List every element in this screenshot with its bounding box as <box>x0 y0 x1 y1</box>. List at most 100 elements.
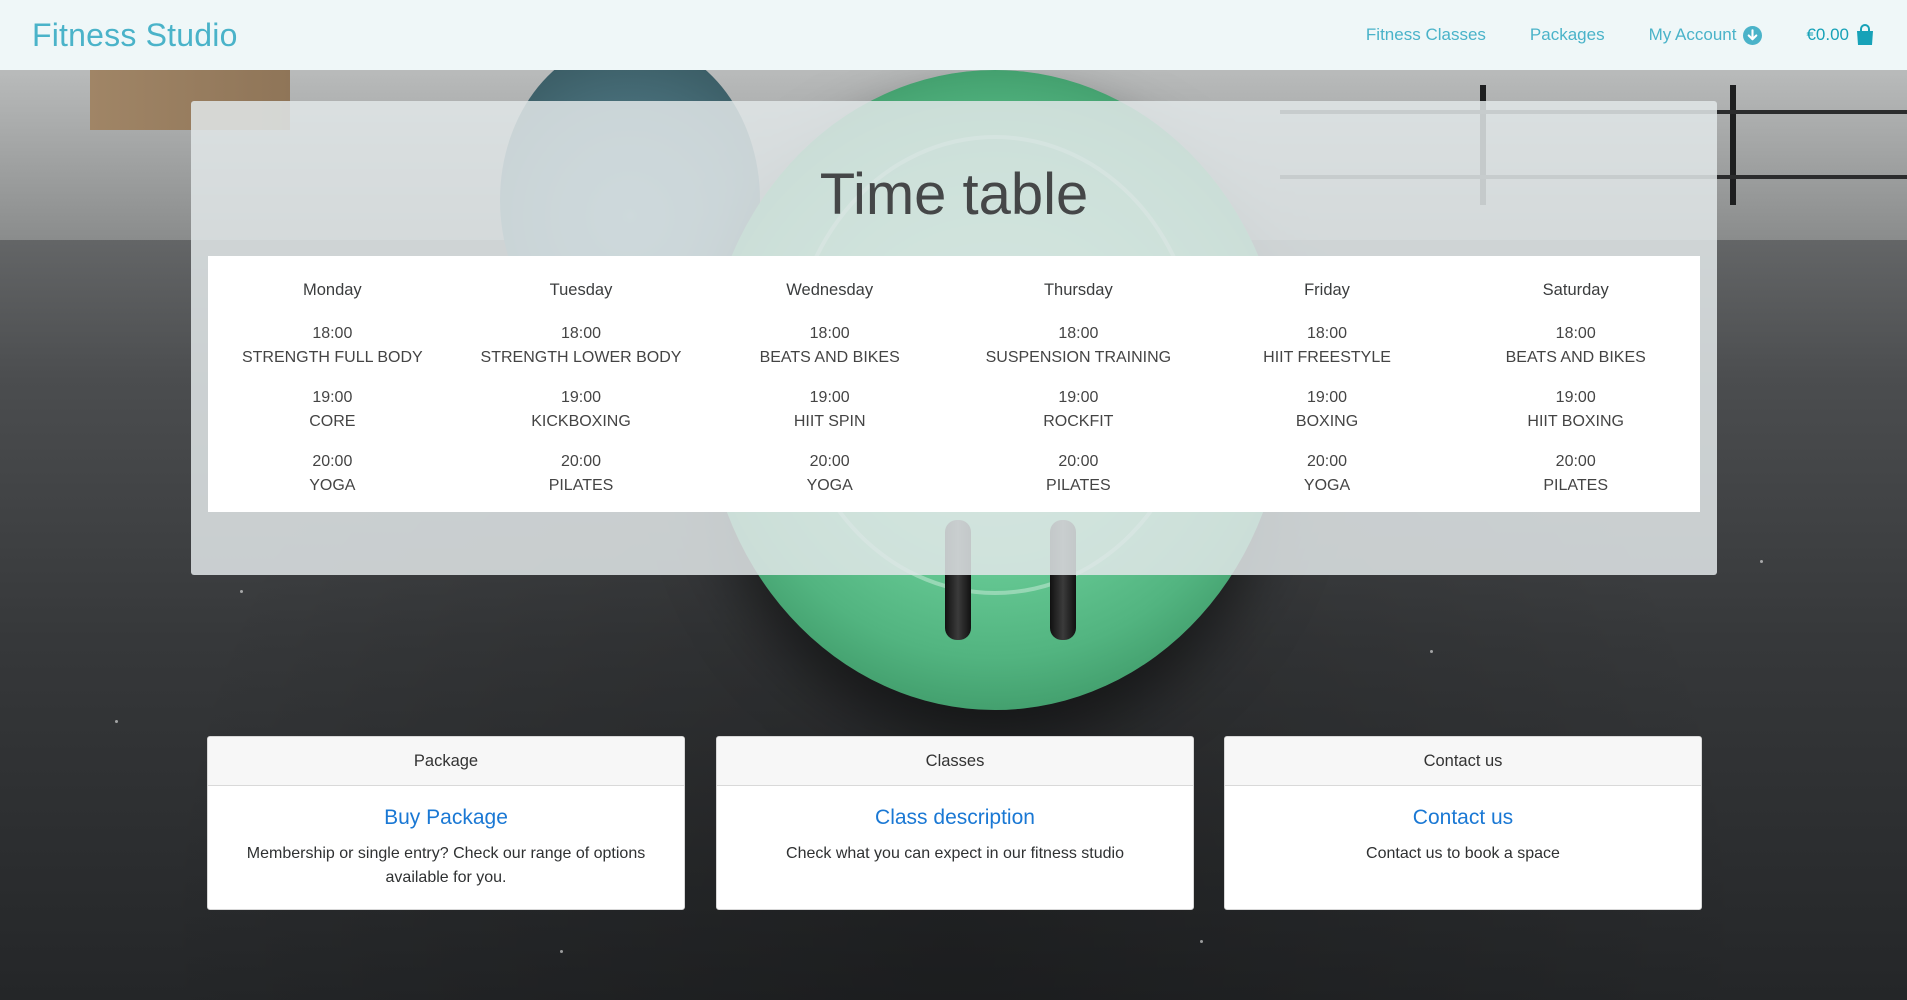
class-time: 20:00 <box>1058 453 1099 470</box>
class-description-link[interactable]: Class description <box>747 806 1163 830</box>
class-time: 18:00 <box>312 325 353 342</box>
class-slot: 19:00 ROCKFIT <box>954 386 1203 450</box>
card-header: Classes <box>717 737 1193 786</box>
class-time: 19:00 <box>312 389 353 406</box>
class-name: SUSPENSION TRAINING <box>985 349 1172 366</box>
class-name: STRENGTH LOWER BODY <box>480 349 682 366</box>
class-name: CORE <box>309 413 356 430</box>
class-name: KICKBOXING <box>531 413 631 430</box>
class-name: YOGA <box>806 477 853 494</box>
timetable-grid: Monday 18:00 STRENGTH FULL BODY 19:00 CORE… <box>208 256 1700 512</box>
class-time: 18:00 <box>560 325 602 342</box>
day-column-tuesday: Tuesday 18:00 STRENGTH LOWER BODY 19:00 KI… <box>457 256 706 512</box>
day-column-thursday: Thursday 18:00 SUSPENSION TRAINING 19:00 R… <box>954 256 1203 512</box>
background-rail <box>1730 85 1736 205</box>
day-column-monday: Monday 18:00 STRENGTH FULL BODY 19:00 CORE… <box>208 256 457 512</box>
class-name: PILATES <box>548 477 614 494</box>
day-column-wednesday: Wednesday 18:00 BEATS AND BIKES 19:00 HIIT… <box>705 256 954 512</box>
class-slot: 19:00 CORE <box>208 386 457 450</box>
nav-my-account[interactable]: My Account <box>1649 25 1763 45</box>
class-slot: 18:00 SUSPENSION TRAINING <box>954 322 1203 386</box>
day-column-saturday: Saturday 18:00 BEATS AND BIKES 19:00 HIIT … <box>1451 256 1700 512</box>
class-slot: 18:00 BEATS AND BIKES <box>705 322 954 386</box>
card-text: Membership or single entry? Check our ra… <box>246 845 646 886</box>
timetable-title: Time table <box>819 162 1089 227</box>
background-fleck <box>1430 650 1433 653</box>
day-heading: Wednesday <box>786 281 874 299</box>
class-name: YOGA <box>309 477 356 494</box>
contact-us-link[interactable]: Contact us <box>1255 806 1671 830</box>
class-name: HIIT FREESTYLE <box>1263 349 1391 366</box>
card-header: Contact us <box>1225 737 1701 786</box>
class-time: 20:00 <box>809 453 850 470</box>
day-heading: Thursday <box>1043 281 1113 299</box>
background-fleck <box>1760 560 1763 563</box>
circle-arrow-down-icon <box>1743 25 1763 45</box>
shopping-bag-icon <box>1857 24 1873 45</box>
class-slot: 20:00 PILATES <box>457 450 706 514</box>
class-name: HIIT BOXING <box>1527 413 1624 430</box>
class-name: BEATS AND BIKES <box>1505 349 1646 366</box>
class-slot: 18:00 STRENGTH LOWER BODY <box>457 322 706 386</box>
class-name: BEATS AND BIKES <box>759 349 900 366</box>
day-heading: Tuesday <box>549 281 613 299</box>
class-time: 19:00 <box>809 389 850 406</box>
class-name: BOXING <box>1295 413 1359 430</box>
class-slot: 20:00 PILATES <box>1451 450 1700 514</box>
day-heading: Friday <box>1304 281 1350 299</box>
class-slot: 19:00 KICKBOXING <box>457 386 706 450</box>
cart-total: €0.00 <box>1806 25 1849 44</box>
class-name: HIIT SPIN <box>793 413 866 430</box>
class-name: ROCKFIT <box>1043 413 1114 430</box>
card-header: Package <box>208 737 684 786</box>
background-fleck <box>115 720 118 723</box>
background-fleck <box>1200 940 1203 943</box>
class-time: 18:00 <box>1555 325 1596 342</box>
brand-logo[interactable]: Fitness Studio <box>32 17 238 54</box>
timetable-panel: Time table Monday 18:00 STRENGTH FULL BOD… <box>191 101 1717 575</box>
class-slot: 19:00 HIIT SPIN <box>705 386 954 450</box>
day-heading: Saturday <box>1542 281 1609 299</box>
class-slot: 20:00 YOGA <box>705 450 954 514</box>
class-slot: 18:00 BEATS AND BIKES <box>1451 322 1700 386</box>
nav-links: Fitness Classes Packages My Account €0.0… <box>1366 24 1875 46</box>
class-time: 19:00 <box>1555 389 1596 406</box>
class-time: 18:00 <box>809 325 850 342</box>
class-slot: 20:00 PILATES <box>954 450 1203 514</box>
class-time: 18:00 <box>1307 325 1348 342</box>
class-slot: 20:00 YOGA <box>208 450 457 514</box>
class-name: PILATES <box>1543 477 1608 494</box>
class-time: 20:00 <box>312 453 353 470</box>
class-name: YOGA <box>1303 477 1351 494</box>
day-heading: Monday <box>302 281 362 299</box>
class-time: 20:00 <box>560 453 602 470</box>
class-time: 20:00 <box>1555 453 1596 470</box>
card-package: Package Buy Package Membership or single… <box>207 736 685 910</box>
card-text: Check what you can expect in our fitness… <box>786 845 1124 862</box>
nav-cart[interactable]: €0.00 <box>1806 24 1875 46</box>
class-time: 19:00 <box>560 389 602 406</box>
class-slot: 18:00 STRENGTH FULL BODY <box>208 322 457 386</box>
card-body: Buy Package Membership or single entry? … <box>208 806 684 890</box>
class-time: 18:00 <box>1058 325 1099 342</box>
background-fleck <box>240 590 243 593</box>
top-navbar: Fitness Studio Fitness Classes Packages … <box>0 0 1907 70</box>
class-name: PILATES <box>1046 477 1111 494</box>
class-slot: 19:00 BOXING <box>1203 386 1452 450</box>
class-time: 20:00 <box>1307 453 1348 470</box>
card-body: Class description Check what you can exp… <box>717 806 1193 866</box>
card-text: Contact us to book a space <box>1366 845 1560 862</box>
class-name: STRENGTH FULL BODY <box>241 349 423 366</box>
class-slot: 19:00 HIIT BOXING <box>1451 386 1700 450</box>
nav-packages[interactable]: Packages <box>1530 25 1605 45</box>
card-contact: Contact us Contact us Contact us to book… <box>1224 736 1702 910</box>
buy-package-link[interactable]: Buy Package <box>238 806 654 830</box>
class-slot: 20:00 YOGA <box>1203 450 1452 514</box>
card-classes: Classes Class description Check what you… <box>716 736 1194 910</box>
card-body: Contact us Contact us to book a space <box>1225 806 1701 866</box>
nav-fitness-classes[interactable]: Fitness Classes <box>1366 25 1486 45</box>
class-time: 19:00 <box>1058 389 1099 406</box>
nav-my-account-label: My Account <box>1648 25 1737 44</box>
day-column-friday: Friday 18:00 HIIT FREESTYLE 19:00 BOXING 2… <box>1203 256 1452 512</box>
background-fleck <box>560 950 563 953</box>
